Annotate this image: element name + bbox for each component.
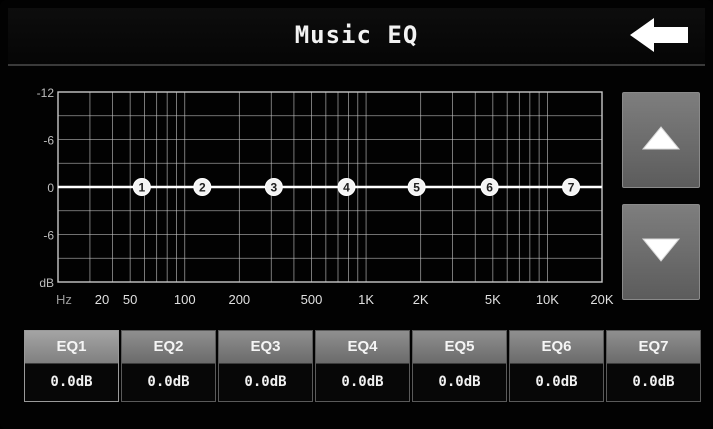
eq-screen: Music EQ -12 -6 0 -6 dB Hz 20 50 100 200 500 1K 2K 5… — [0, 0, 713, 429]
increase-gain-button[interactable] — [622, 92, 700, 188]
band-button-eq7[interactable]: EQ7 0.0dB — [606, 330, 701, 402]
x-tick-label: 500 — [301, 292, 323, 307]
triangle-down-icon — [641, 238, 681, 262]
back-button[interactable] — [624, 14, 696, 56]
band-button-eq4[interactable]: EQ4 0.0dB — [315, 330, 410, 402]
y-tick-label: -12 — [37, 86, 55, 100]
x-tick-label: 1K — [358, 292, 374, 307]
band-name: EQ7 — [607, 331, 700, 363]
band-point[interactable]: 6 — [480, 178, 499, 196]
band-value: 0.0dB — [122, 363, 215, 400]
band-name: EQ5 — [413, 331, 506, 363]
band-point-label: 1 — [139, 181, 146, 195]
band-button-eq3[interactable]: EQ3 0.0dB — [218, 330, 313, 402]
band-point[interactable]: 4 — [337, 178, 356, 196]
band-point[interactable]: 7 — [562, 178, 581, 196]
band-button-eq1[interactable]: EQ1 0.0dB — [24, 330, 119, 402]
band-point-label: 5 — [413, 181, 420, 195]
band-point[interactable]: 1 — [132, 178, 151, 196]
triangle-up-icon — [641, 126, 681, 150]
band-name: EQ6 — [510, 331, 603, 363]
back-arrow-icon — [630, 18, 688, 52]
band-name: EQ1 — [25, 331, 118, 363]
band-button-eq2[interactable]: EQ2 0.0dB — [121, 330, 216, 402]
page-title: Music EQ — [294, 21, 419, 49]
band-value: 0.0dB — [219, 363, 312, 400]
y-tick-label: dB — [39, 276, 54, 290]
band-point-label: 2 — [199, 181, 206, 195]
band-value: 0.0dB — [316, 363, 409, 400]
eq-band-buttons: EQ1 0.0dB EQ2 0.0dB EQ3 0.0dB EQ4 0.0dB … — [24, 330, 704, 402]
y-tick-label: 0 — [47, 181, 54, 195]
x-tick-label: 2K — [413, 292, 429, 307]
band-button-eq5[interactable]: EQ5 0.0dB — [412, 330, 507, 402]
band-value: 0.0dB — [607, 363, 700, 400]
x-tick-label: 5K — [485, 292, 501, 307]
band-value: 0.0dB — [25, 363, 118, 400]
x-tick-label: 20 — [95, 292, 109, 307]
band-point-label: 4 — [343, 181, 350, 195]
band-point[interactable]: 3 — [264, 178, 283, 196]
band-value: 0.0dB — [413, 363, 506, 400]
y-axis-labels: -12 -6 0 -6 dB — [37, 86, 55, 290]
band-name: EQ4 — [316, 331, 409, 363]
y-tick-label: -6 — [43, 134, 54, 148]
band-point[interactable]: 2 — [193, 178, 212, 196]
band-value: 0.0dB — [510, 363, 603, 400]
x-tick-label: 100 — [174, 292, 196, 307]
y-tick-label: -6 — [43, 229, 54, 243]
x-tick-label: Hz — [56, 292, 72, 307]
x-tick-label: 50 — [123, 292, 137, 307]
band-point[interactable]: 5 — [407, 178, 426, 196]
x-tick-label: 200 — [228, 292, 250, 307]
header-bar: Music EQ — [8, 8, 705, 66]
x-tick-label: 10K — [536, 292, 559, 307]
band-name: EQ3 — [219, 331, 312, 363]
band-point-label: 6 — [486, 181, 493, 195]
decrease-gain-button[interactable] — [622, 204, 700, 300]
band-point-label: 3 — [271, 181, 278, 195]
x-tick-label: 20K — [590, 292, 613, 307]
x-axis-labels: Hz 20 50 100 200 500 1K 2K 5K 10K 20K — [56, 292, 614, 307]
band-name: EQ2 — [122, 331, 215, 363]
band-button-eq6[interactable]: EQ6 0.0dB — [509, 330, 604, 402]
band-point-label: 7 — [568, 181, 575, 195]
eq-graph-area[interactable]: -12 -6 0 -6 dB Hz 20 50 100 200 500 1K 2K 5K 10K 20K 1… — [0, 80, 620, 320]
eq-graph[interactable]: -12 -6 0 -6 dB Hz 20 50 100 200 500 1K 2K 5K 10K 20K 1… — [0, 80, 620, 320]
